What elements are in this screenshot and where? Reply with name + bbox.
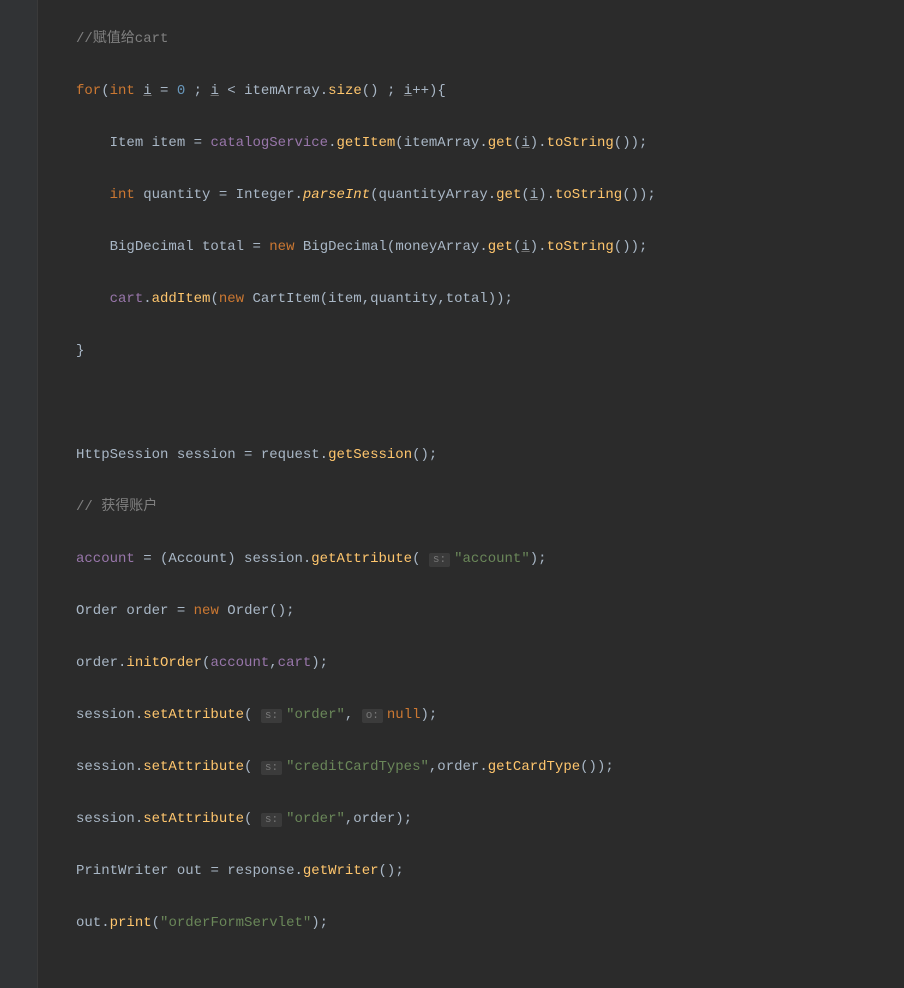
code-line: PrintWriter out = response.getWriter(); — [76, 858, 904, 884]
field: catalogService — [210, 135, 328, 151]
var-i: i — [143, 83, 151, 99]
comment: // 获得账户 — [76, 499, 157, 515]
code-line: session.setAttribute( s:"order", o:null)… — [76, 702, 904, 728]
code-line: out.print("orderFormServlet"); — [76, 910, 904, 936]
code-line: session.setAttribute( s:"order",order); — [76, 806, 904, 832]
code-line: for(int i = 0 ; i < itemArray.size() ; i… — [76, 78, 904, 104]
code-line: HttpSession session = request.getSession… — [76, 442, 904, 468]
code-line: BigDecimal total = new BigDecimal(moneyA… — [76, 234, 904, 260]
code-line: Item item = catalogService.getItem(itemA… — [76, 130, 904, 156]
method: size — [328, 83, 362, 99]
param-hint: s: — [261, 709, 282, 723]
static-method: parseInt — [303, 187, 370, 203]
code-line: account = (Account) session.getAttribute… — [76, 546, 904, 572]
code-line: order.initOrder(account,cart); — [76, 650, 904, 676]
code-editor[interactable]: //赋值给cart for(int i = 0 ; i < itemArray.… — [0, 0, 904, 988]
code-line: int quantity = Integer.parseInt(quantity… — [76, 182, 904, 208]
method: getItem — [336, 135, 395, 151]
param-hint: s: — [261, 813, 282, 827]
code-line: cart.addItem(new CartItem(item,quantity,… — [76, 286, 904, 312]
param-hint: s: — [429, 553, 450, 567]
gutter — [0, 0, 38, 988]
param-hint: o: — [362, 709, 383, 723]
param-hint: s: — [261, 761, 282, 775]
code-line: Order order = new Order(); — [76, 598, 904, 624]
code-line: //赋值给cart — [76, 26, 904, 52]
code-line: // 获得账户 — [76, 494, 904, 520]
code-area[interactable]: //赋值给cart for(int i = 0 ; i < itemArray.… — [40, 0, 904, 988]
code-line: } — [76, 338, 904, 364]
keyword-int: int — [110, 83, 135, 99]
code-line — [76, 390, 904, 416]
comment: //赋值给cart — [76, 31, 168, 47]
keyword-for: for — [76, 83, 101, 99]
code-line: session.setAttribute( s:"creditCardTypes… — [76, 754, 904, 780]
string: "account" — [454, 551, 530, 567]
